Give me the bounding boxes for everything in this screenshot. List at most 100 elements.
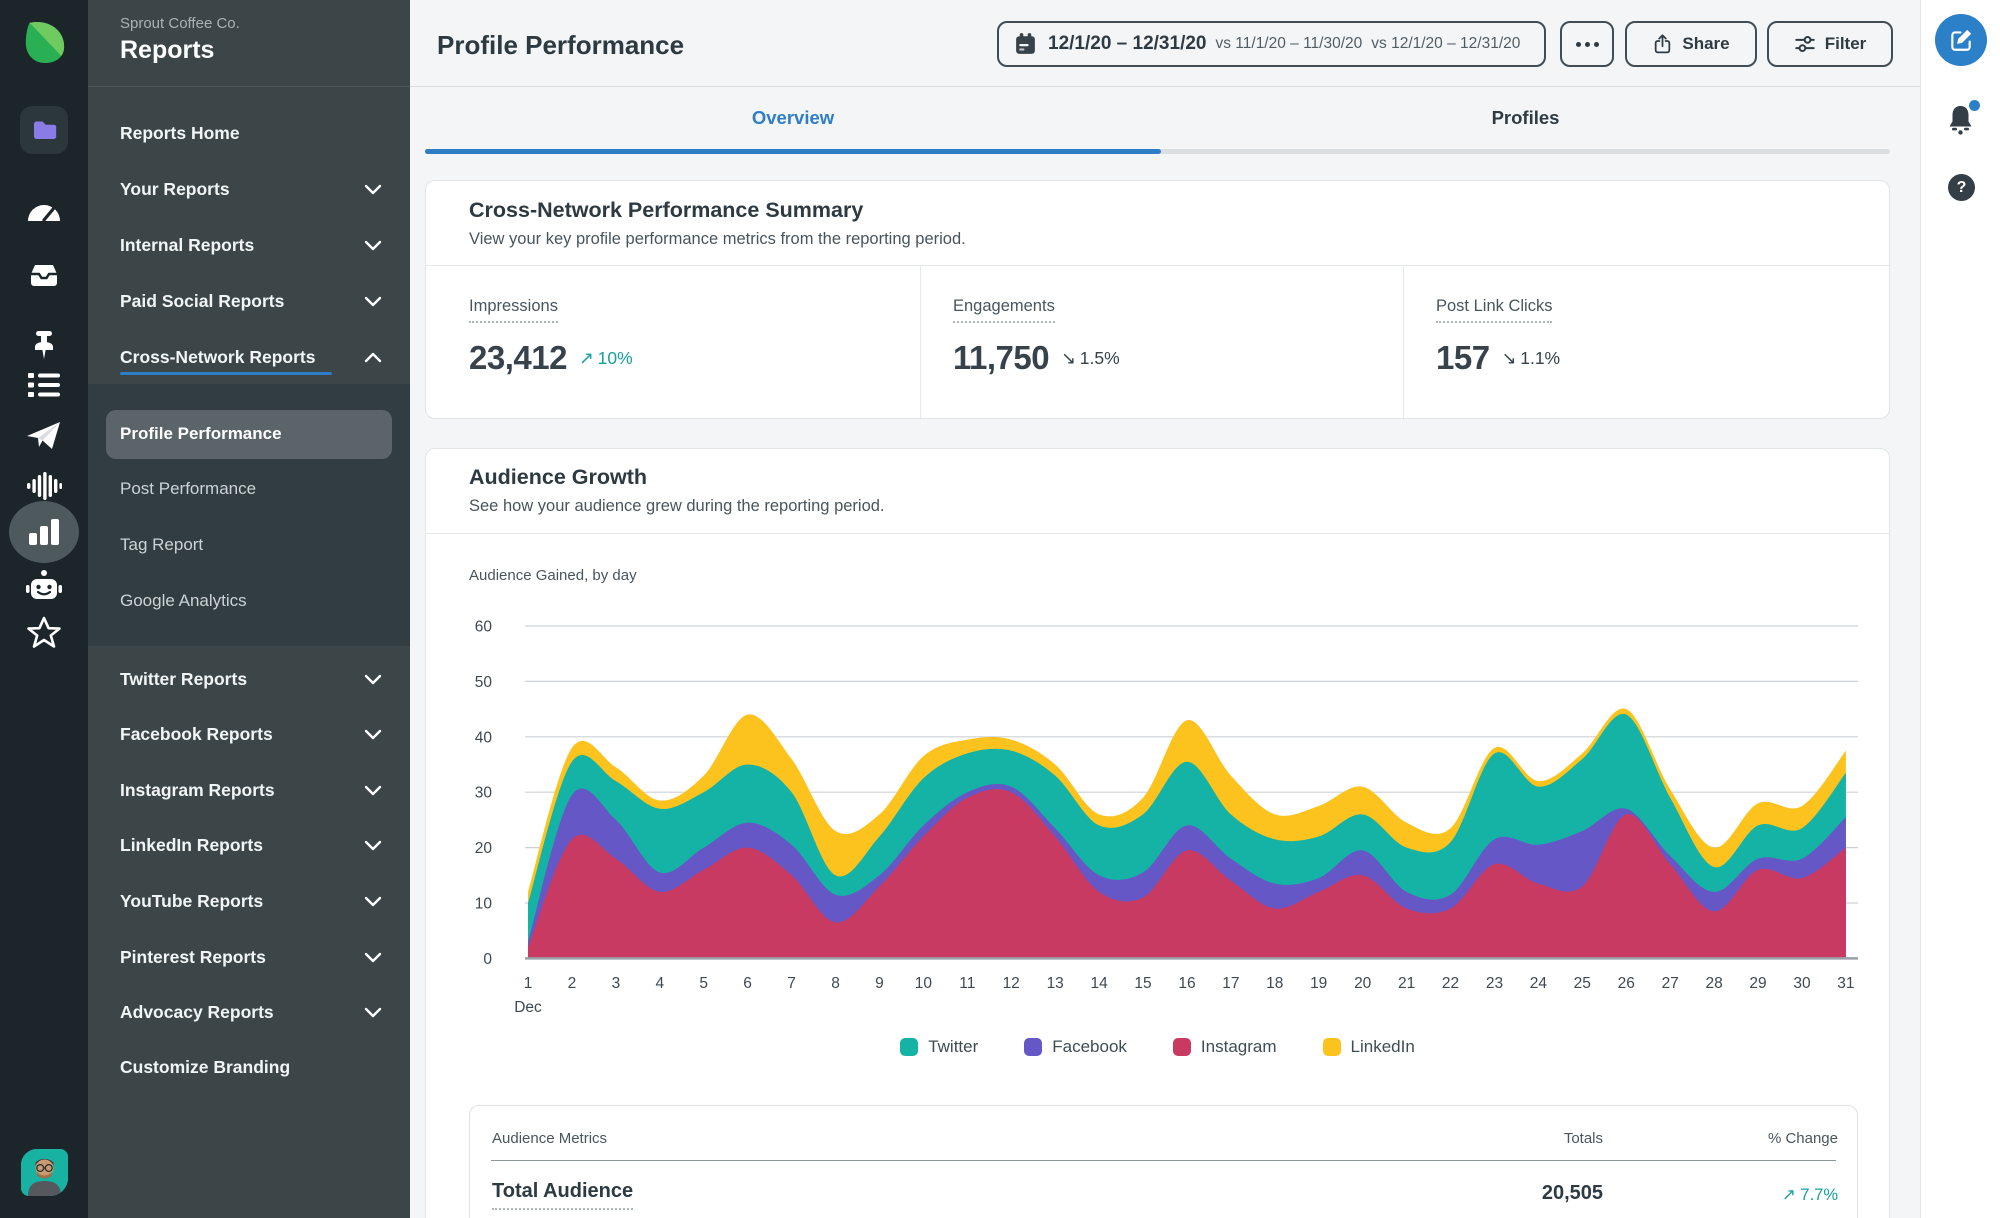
waveform-icon[interactable] — [0, 469, 88, 503]
sidebar-item-label: LinkedIn Reports — [120, 834, 263, 855]
sidebar-item-google-analytics[interactable]: Google Analytics — [88, 581, 410, 621]
sidebar-item-label: Cross-Network Reports — [120, 346, 316, 367]
legend-swatch — [900, 1038, 919, 1056]
sidebar-item-paid-social-reports[interactable]: Paid Social Reports — [88, 281, 410, 321]
chevron-down-icon — [364, 1007, 382, 1017]
metric-value: 11,750 — [953, 339, 1050, 376]
inbox-icon[interactable] — [0, 258, 88, 294]
svg-text:3: 3 — [612, 975, 621, 992]
rail-active-reports[interactable] — [9, 501, 79, 563]
star-icon[interactable] — [0, 614, 88, 652]
legend-item-twitter[interactable]: Twitter — [900, 1037, 978, 1057]
summary-title: Cross-Network Performance Summary — [469, 198, 864, 222]
sidebar-item-reports-home[interactable]: Reports Home — [88, 113, 410, 153]
svg-text:17: 17 — [1222, 975, 1239, 992]
date-range-button[interactable]: 12/1/20 – 12/31/20 vs 11/1/20 – 11/30/20… — [997, 21, 1546, 67]
sidebar-item-your-reports[interactable]: Your Reports — [88, 169, 410, 209]
sidebar-nav-reports-folder[interactable] — [20, 106, 68, 154]
svg-text:30: 30 — [1793, 975, 1811, 992]
sidebar-divider — [88, 86, 410, 87]
compose-button[interactable] — [1935, 14, 1987, 66]
pin-icon[interactable] — [0, 327, 88, 363]
audience-growth-card: Audience Growth See how your audience gr… — [425, 448, 1890, 1218]
sidebar-item-internal-reports[interactable]: Internal Reports — [88, 225, 410, 265]
sidebar-item-label: Tag Report — [120, 535, 204, 554]
chevron-down-icon — [364, 240, 382, 250]
sidebar-item-linkedin-reports[interactable]: LinkedIn Reports — [88, 825, 410, 865]
metric-label-post-link-clicks[interactable]: Post Link Clicks — [1436, 297, 1553, 323]
metric-impressions: 23,412 ↗ 10% — [469, 339, 633, 377]
metric-change: ↘ 1.1% — [1501, 347, 1561, 368]
date-range-compare-1: vs 11/1/20 – 11/30/20 — [1215, 35, 1363, 52]
svg-text:12: 12 — [1003, 975, 1020, 992]
sprout-leaf-logo[interactable] — [0, 16, 88, 66]
tab-active-indicator — [425, 149, 1161, 154]
tab-profiles[interactable]: Profiles — [1161, 96, 1890, 140]
legend-item-linkedin[interactable]: LinkedIn — [1322, 1037, 1415, 1057]
paper-plane-icon[interactable] — [0, 417, 88, 453]
svg-text:4: 4 — [655, 975, 664, 992]
total-audience-value: 20,505 — [1541, 1182, 1603, 1204]
svg-text:23: 23 — [1486, 975, 1503, 992]
sidebar-item-label: Reports Home — [120, 122, 240, 143]
sidebar-item-post-performance[interactable]: Post Performance — [88, 469, 410, 509]
svg-text:14: 14 — [1090, 975, 1108, 992]
metric-change: ↗ 10% — [578, 347, 633, 368]
svg-text:29: 29 — [1749, 975, 1766, 992]
calendar-icon — [1016, 33, 1035, 54]
svg-text:8: 8 — [831, 975, 840, 992]
sidebar-item-profile-performance[interactable]: Profile Performance — [88, 414, 410, 454]
gauge-icon[interactable] — [0, 192, 88, 228]
growth-divider — [426, 533, 1889, 534]
more-options-button[interactable] — [1560, 21, 1614, 67]
filter-label: Filter — [1824, 34, 1867, 53]
sidebar-item-cross-network-reports[interactable]: Cross-Network Reports — [88, 337, 410, 377]
sidebar-item-advocacy-reports[interactable]: Advocacy Reports — [88, 992, 410, 1032]
svg-text:26: 26 — [1618, 975, 1635, 992]
table-header-totals: Totals — [1563, 1130, 1603, 1147]
sidebar-item-customize-branding[interactable]: Customize Branding — [88, 1047, 410, 1087]
svg-text:0: 0 — [483, 951, 492, 968]
audience-growth-stacked-area-chart[interactable]: 01020304050601 2 3 4 5 6 7 8 9 10 11 12 13 14 15 16 17 18… — [446, 611, 1891, 1031]
audience-metrics-table: Audience Metrics Totals % Change Total A… — [469, 1105, 1858, 1218]
chart-legend: Twitter Facebook Instagram LinkedIn — [426, 1037, 1889, 1057]
sidebar-item-pinterest-reports[interactable]: Pinterest Reports — [88, 937, 410, 977]
chevron-down-icon — [364, 952, 382, 962]
legend-swatch — [1322, 1038, 1341, 1056]
sidebar-item-youtube-reports[interactable]: YouTube Reports — [88, 881, 410, 921]
metric-label-engagements[interactable]: Engagements — [953, 297, 1055, 323]
table-row-total-audience[interactable]: Total Audience — [492, 1180, 634, 1210]
share-button[interactable]: Share — [1625, 21, 1757, 67]
chevron-down-icon — [364, 896, 382, 906]
svg-text:13: 13 — [1047, 975, 1064, 992]
sidebar-item-label: Instagram Reports — [120, 779, 275, 800]
filter-button[interactable]: Filter — [1767, 21, 1893, 67]
sidebar-item-twitter-reports[interactable]: Twitter Reports — [88, 659, 410, 699]
chart-axis-title: Audience Gained, by day — [469, 567, 637, 584]
sidebar-item-label: Advocacy Reports — [120, 1001, 274, 1022]
svg-text:19: 19 — [1310, 975, 1327, 992]
legend-item-facebook[interactable]: Facebook — [1024, 1037, 1127, 1057]
sidebar-item-instagram-reports[interactable]: Instagram Reports — [88, 770, 410, 810]
date-range-primary: 12/1/20 – 12/31/20 — [1048, 33, 1207, 54]
svg-text:2: 2 — [568, 975, 577, 992]
chevron-down-icon — [364, 785, 382, 795]
svg-text:18: 18 — [1266, 975, 1283, 992]
svg-text:11: 11 — [959, 975, 975, 992]
svg-text:15: 15 — [1134, 975, 1151, 992]
robot-icon[interactable] — [0, 568, 88, 604]
chevron-down-icon — [364, 674, 382, 684]
sidebar-item-label: Twitter Reports — [120, 668, 248, 689]
user-avatar[interactable] — [21, 1149, 68, 1196]
metric-change: ↘ 1.5% — [1061, 347, 1120, 368]
help-button[interactable]: ? — [1948, 174, 1975, 201]
sidebar-item-tag-report[interactable]: Tag Report — [88, 525, 410, 565]
sidebar-item-facebook-reports[interactable]: Facebook Reports — [88, 714, 410, 754]
list-icon[interactable] — [0, 368, 88, 402]
metric-label-impressions[interactable]: Impressions — [469, 297, 558, 323]
metric-value: 23,412 — [469, 339, 567, 376]
legend-item-instagram[interactable]: Instagram — [1172, 1037, 1277, 1057]
tab-overview[interactable]: Overview — [425, 96, 1161, 140]
metric-value: 157 — [1436, 339, 1490, 376]
notifications-button[interactable] — [1945, 100, 1980, 136]
